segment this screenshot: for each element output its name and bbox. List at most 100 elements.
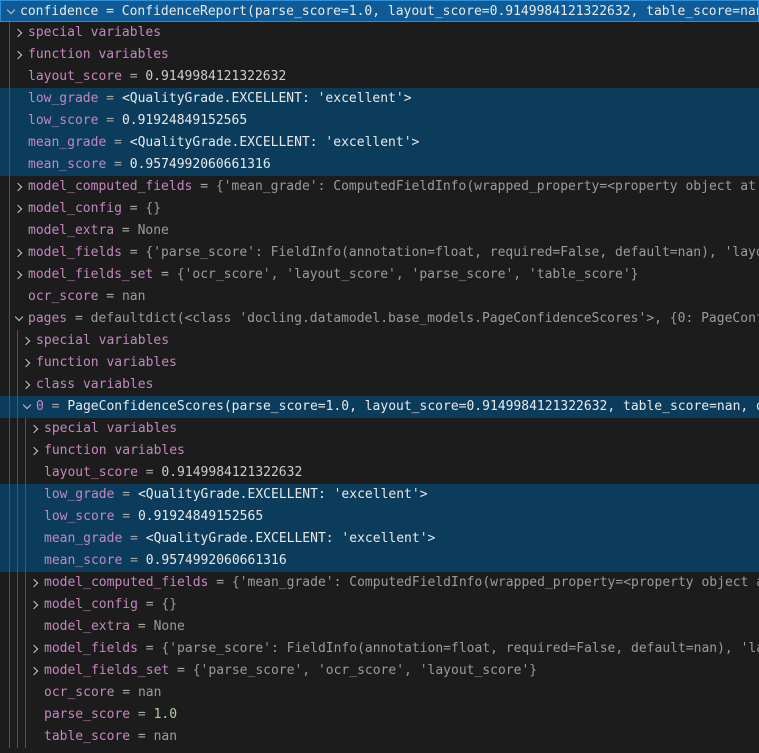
tree-row[interactable]: function variables <box>0 44 759 66</box>
variable-value: PageConfidenceScores(parse_score=1.0, la… <box>67 399 759 414</box>
chevron-right-icon[interactable] <box>12 198 28 220</box>
chevron-right-icon[interactable] <box>28 418 44 440</box>
tree-row[interactable]: mean_score = 0.9574992060661316 <box>0 550 759 572</box>
chevron-down-icon[interactable] <box>12 308 28 330</box>
tree-row[interactable]: low_score = 0.91924849152565 <box>0 110 759 132</box>
tree-row[interactable]: mean_grade = <QualityGrade.EXCELLENT: 'e… <box>0 528 759 550</box>
variable-value: nan <box>154 729 177 744</box>
indent-spacer <box>12 132 28 154</box>
tree-row[interactable]: model_config = {} <box>0 594 759 616</box>
variables-panel[interactable]: confidence = ConfidenceReport(parse_scor… <box>0 0 759 753</box>
indent-guide <box>12 506 20 528</box>
indent-guide <box>12 440 20 462</box>
indent-spacer <box>12 220 28 242</box>
equals-sign: = <box>130 707 153 722</box>
indent-guide <box>4 440 12 462</box>
variable-name: model_fields_set <box>44 663 169 678</box>
indent-guide <box>4 704 12 726</box>
indent-spacer <box>12 286 28 308</box>
variable-value: {} <box>161 597 177 612</box>
indent-guide <box>12 616 20 638</box>
tree-row[interactable]: ocr_score = nan <box>0 682 759 704</box>
tree-row[interactable]: layout_score = 0.9149984121322632 <box>0 66 759 88</box>
chevron-right-icon[interactable] <box>20 330 36 352</box>
variable-name: low_grade <box>44 487 114 502</box>
variable-name: mean_grade <box>28 135 106 150</box>
chevron-right-icon[interactable] <box>12 22 28 44</box>
indent-guide <box>4 506 12 528</box>
tree-row[interactable]: special variables <box>0 330 759 352</box>
indent-spacer <box>28 484 44 506</box>
tree-row[interactable]: function variables <box>0 440 759 462</box>
chevron-right-icon[interactable] <box>28 572 44 594</box>
indent-guide <box>20 462 28 484</box>
indent-guide <box>20 528 28 550</box>
indent-guide <box>12 550 20 572</box>
equals-sign: = <box>138 641 161 656</box>
chevron-down-icon[interactable] <box>20 396 36 418</box>
tree-row[interactable]: table_score = nan <box>0 726 759 748</box>
variable-name: low_score <box>28 113 98 128</box>
tree-row[interactable]: special variables <box>0 22 759 44</box>
tree-row[interactable]: model_extra = None <box>0 616 759 638</box>
chevron-right-icon[interactable] <box>12 176 28 198</box>
tree-row[interactable]: parse_score = 1.0 <box>0 704 759 726</box>
tree-row[interactable]: ocr_score = nan <box>0 286 759 308</box>
chevron-right-icon[interactable] <box>28 440 44 462</box>
indent-guide <box>4 352 12 374</box>
variable-value: nan <box>138 685 161 700</box>
variable-name: mean_grade <box>44 531 122 546</box>
tree-row[interactable]: low_grade = <QualityGrade.EXCELLENT: 'ex… <box>0 484 759 506</box>
variable-name: model_computed_fields <box>44 575 208 590</box>
equals-sign: = <box>98 289 121 304</box>
tree-row[interactable]: model_fields = {'parse_score': FieldInfo… <box>0 638 759 660</box>
variable-name: special variables <box>28 25 161 40</box>
variable-name: model_extra <box>28 223 114 238</box>
equals-sign: = <box>98 91 121 106</box>
tree-row[interactable]: mean_score = 0.9574992060661316 <box>0 154 759 176</box>
variable-name: confidence <box>20 4 98 19</box>
chevron-right-icon[interactable] <box>28 660 44 682</box>
equals-sign: = <box>114 487 137 502</box>
variable-value: 0.91924849152565 <box>122 113 247 128</box>
indent-spacer <box>12 66 28 88</box>
indent-guide <box>20 440 28 462</box>
equals-sign: = <box>122 531 145 546</box>
chevron-right-icon[interactable] <box>28 594 44 616</box>
equals-sign: = <box>44 399 67 414</box>
indent-guide <box>4 572 12 594</box>
tree-row[interactable]: low_grade = <QualityGrade.EXCELLENT: 'ex… <box>0 88 759 110</box>
chevron-right-icon[interactable] <box>12 44 28 66</box>
tree-row[interactable]: pages = defaultdict(<class 'docling.data… <box>0 308 759 330</box>
variable-name: parse_score <box>44 707 130 722</box>
chevron-right-icon[interactable] <box>20 374 36 396</box>
tree-row[interactable]: layout_score = 0.9149984121322632 <box>0 462 759 484</box>
chevron-right-icon[interactable] <box>12 264 28 286</box>
variable-value: nan <box>122 289 145 304</box>
variable-value: 0.91924849152565 <box>138 509 263 524</box>
tree-row[interactable]: model_fields_set = {'parse_score', 'ocr_… <box>0 660 759 682</box>
tree-row[interactable]: confidence = ConfidenceReport(parse_scor… <box>0 0 759 22</box>
tree-row[interactable]: class variables <box>0 374 759 396</box>
chevron-down-icon[interactable] <box>4 1 20 22</box>
chevron-right-icon[interactable] <box>12 242 28 264</box>
tree-row[interactable]: model_config = {} <box>0 198 759 220</box>
tree-row[interactable]: mean_grade = <QualityGrade.EXCELLENT: 'e… <box>0 132 759 154</box>
tree-row[interactable]: model_computed_fields = {'mean_grade': C… <box>0 176 759 198</box>
equals-sign: = <box>130 619 153 634</box>
tree-row[interactable]: model_fields = {'parse_score': FieldInfo… <box>0 242 759 264</box>
tree-row[interactable]: model_fields_set = {'ocr_score', 'layout… <box>0 264 759 286</box>
indent-guide <box>4 660 12 682</box>
variable-name: model_fields_set <box>28 267 153 282</box>
indent-guide <box>20 704 28 726</box>
tree-row[interactable]: model_computed_fields = {'mean_grade': C… <box>0 572 759 594</box>
tree-row[interactable]: function variables <box>0 352 759 374</box>
tree-row[interactable]: low_score = 0.91924849152565 <box>0 506 759 528</box>
equals-sign: = <box>106 135 129 150</box>
tree-row[interactable]: model_extra = None <box>0 220 759 242</box>
chevron-right-icon[interactable] <box>28 638 44 660</box>
variable-name: model_extra <box>44 619 130 634</box>
tree-row[interactable]: special variables <box>0 418 759 440</box>
tree-row[interactable]: 0 = PageConfidenceScores(parse_score=1.0… <box>0 396 759 418</box>
chevron-right-icon[interactable] <box>20 352 36 374</box>
